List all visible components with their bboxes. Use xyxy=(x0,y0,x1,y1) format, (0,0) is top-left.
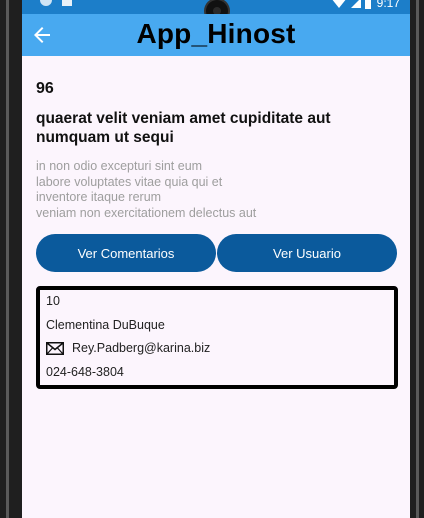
view-user-button[interactable]: Ver Usuario xyxy=(217,234,397,272)
status-time: 9:17 xyxy=(376,0,400,10)
user-card: 10 Clementina DuBuque Rey.Padberg@karina… xyxy=(36,286,398,389)
device-edge-left xyxy=(6,0,9,518)
post-body-line: inventore itaque rerum xyxy=(36,190,162,204)
post-title: quaerat velit veniam amet cupiditate aut… xyxy=(36,110,331,146)
app-title: App_Hinost xyxy=(136,18,296,49)
envelope-icon xyxy=(46,341,64,355)
signal-icon xyxy=(350,0,361,8)
device-bezel-left xyxy=(0,0,22,518)
post-body: in non odio excepturi sint eum labore vo… xyxy=(36,159,336,221)
post-id: 96 xyxy=(36,80,54,97)
post-body-line: labore voluptates vitae quia qui et xyxy=(36,174,223,189)
app-bar: App_Hinost xyxy=(22,14,410,56)
status-bar: 9:17 xyxy=(22,0,410,22)
user-name: Clementina DuBuque xyxy=(46,318,165,332)
sd-card-icon xyxy=(62,0,72,6)
user-id: 10 xyxy=(46,294,60,308)
user-email-row: Rey.Padberg@karina.biz xyxy=(46,341,210,355)
notification-icon xyxy=(40,0,52,6)
wifi-icon xyxy=(330,0,347,8)
app-screen: 9:17 App_Hinost 96 quaerat velit veniam … xyxy=(22,0,410,518)
device-edge-right xyxy=(416,0,419,518)
battery-icon xyxy=(364,0,371,9)
status-icons: 9:17 xyxy=(330,0,400,10)
user-email[interactable]: Rey.Padberg@karina.biz xyxy=(72,341,210,355)
post-body-line: veniam non exercitationem delectus aut xyxy=(36,205,257,220)
view-comments-button[interactable]: Ver Comentarios xyxy=(36,234,216,272)
post-body-line: in non odio excepturi sint eum xyxy=(36,159,203,173)
user-phone: 024-648-3804 xyxy=(46,365,124,379)
